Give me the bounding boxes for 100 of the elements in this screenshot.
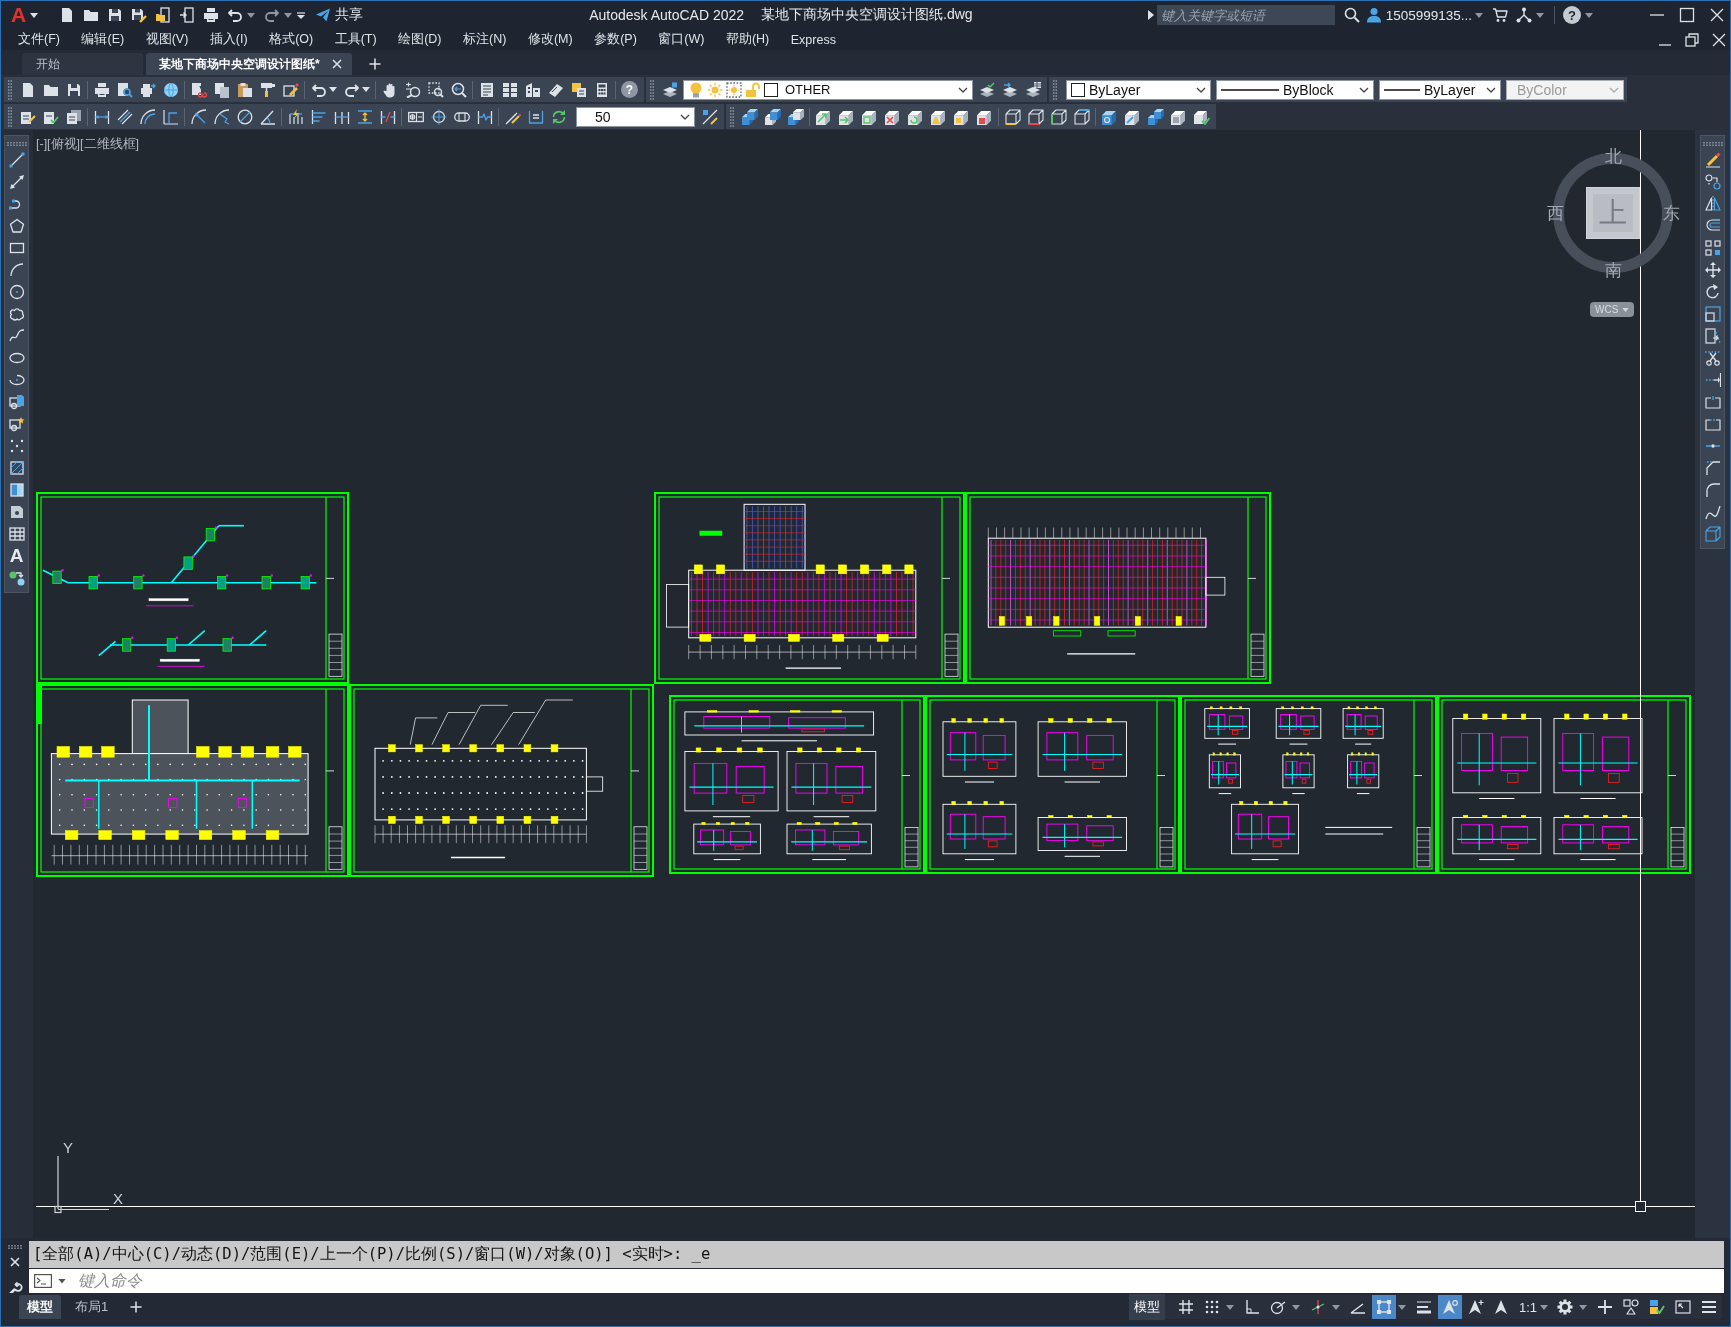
- buildings-icon[interactable]: [524, 81, 541, 98]
- share-button[interactable]: 共享: [313, 6, 366, 24]
- cube-face-icon[interactable]: [953, 108, 970, 125]
- printer-icon[interactable]: [93, 81, 110, 98]
- viewport-label[interactable]: [-][俯视][二维线框]: [36, 136, 139, 153]
- caret-icon[interactable]: [329, 87, 337, 92]
- wire-cube-icon[interactable]: [1073, 108, 1090, 125]
- layer-stack-icon[interactable]: [661, 81, 678, 98]
- grip-icon[interactable]: [8, 79, 12, 100]
- menu-item[interactable]: 修改(M): [527, 31, 573, 48]
- quick-dimension-icon[interactable]: [287, 108, 304, 125]
- wireframe-cube-icon[interactable]: [1704, 526, 1721, 542]
- compass-label[interactable]: 北: [1603, 147, 1623, 167]
- cube-rotate-icon[interactable]: [907, 108, 924, 125]
- hand-icon[interactable]: [381, 81, 398, 98]
- stretch-icon[interactable]: [1704, 328, 1721, 344]
- floppy-pencil-icon[interactable]: [131, 7, 148, 23]
- triangle-right-icon[interactable]: [1147, 10, 1154, 20]
- undo-arrow-icon[interactable]: [310, 81, 327, 98]
- wire-cube-icon[interactable]: [1027, 108, 1044, 125]
- zoom-plus-minus-icon[interactable]: [404, 81, 421, 98]
- dropdown-bar-icon[interactable]: [297, 11, 306, 19]
- search-field[interactable]: 键入关键字或短语: [1156, 5, 1335, 25]
- dimension-text-icon[interactable]: [527, 108, 544, 125]
- jogged-radius-icon[interactable]: [213, 108, 230, 125]
- hatch-icon[interactable]: [8, 460, 25, 476]
- stacked-cubes-icon[interactable]: [741, 108, 758, 125]
- menu-item[interactable]: 参数(P): [594, 31, 637, 48]
- color-swatch-icon[interactable]: [1071, 82, 1085, 97]
- sun-frame-icon[interactable]: [726, 81, 742, 98]
- printer-icon[interactable]: [203, 7, 220, 23]
- plus-icon[interactable]: [368, 58, 381, 70]
- chevron-down-icon[interactable]: [680, 113, 690, 120]
- caret-icon[interactable]: [1585, 12, 1593, 18]
- compass-label[interactable]: 南: [1603, 261, 1623, 281]
- offset-curves-icon[interactable]: [1704, 218, 1721, 234]
- gradient-icon[interactable]: [8, 482, 25, 498]
- chamfer-icon[interactable]: [1704, 460, 1721, 476]
- dimension-space-icon[interactable]: [356, 108, 373, 125]
- block-star-icon[interactable]: [8, 416, 25, 432]
- cube-arrow-icon[interactable]: [815, 108, 832, 125]
- text-tool-button[interactable]: A: [9, 546, 24, 566]
- printer-arrow-icon[interactable]: [139, 81, 156, 98]
- linear-dimension-icon[interactable]: [93, 108, 110, 125]
- color-dropdown[interactable]: ByLayer: [1066, 79, 1211, 100]
- cube-line-icon[interactable]: [1124, 108, 1141, 125]
- grip-icon[interactable]: [6, 142, 27, 146]
- color-swatch-icon[interactable]: [764, 82, 778, 97]
- refresh-arrows-icon[interactable]: [550, 108, 567, 125]
- radius-dimension-icon[interactable]: [190, 108, 207, 125]
- zoom-window-icon[interactable]: [427, 81, 444, 98]
- array-squares-icon[interactable]: [1704, 240, 1721, 256]
- menu-item[interactable]: 标注(N): [463, 31, 507, 48]
- linetype-dropdown[interactable]: ByBlock: [1216, 79, 1374, 100]
- center-mark-icon[interactable]: [430, 108, 447, 125]
- mirror-triangles-icon[interactable]: [1704, 196, 1721, 212]
- document-tab[interactable]: 某地下商场中央空调设计图纸*: [146, 53, 352, 75]
- cube-circle-icon[interactable]: [1101, 108, 1118, 125]
- grip-icon[interactable]: [8, 106, 12, 127]
- paintbrush-icon[interactable]: [259, 81, 276, 98]
- cube-face-icon[interactable]: [976, 108, 993, 125]
- pencil-block-icon[interactable]: [282, 81, 299, 98]
- cube-square-icon[interactable]: [861, 108, 878, 125]
- break-point-icon[interactable]: [1704, 394, 1721, 410]
- restore-icon[interactable]: [1685, 32, 1699, 47]
- cubes-icon[interactable]: [787, 108, 804, 125]
- grip-icon[interactable]: [8, 1245, 22, 1249]
- circles-arrow-icon[interactable]: [8, 570, 25, 586]
- close-icon[interactable]: [1712, 32, 1726, 47]
- page-magnifier-icon[interactable]: [116, 81, 133, 98]
- folder-icon[interactable]: [83, 7, 100, 23]
- ellipse-icon[interactable]: [8, 350, 25, 366]
- cube-cross-icon[interactable]: [884, 108, 901, 125]
- cube-taper-icon[interactable]: [930, 108, 947, 125]
- wire-cube-icon[interactable]: [1050, 108, 1067, 125]
- chevron-down-icon[interactable]: [958, 86, 968, 93]
- menu-item[interactable]: 窗口(W): [658, 31, 705, 48]
- dimension-style-icon[interactable]: [701, 108, 718, 125]
- user-name[interactable]: 1505999135...: [1385, 7, 1472, 23]
- break-rectangle-icon[interactable]: [1704, 416, 1721, 432]
- compass-label[interactable]: 西: [1545, 204, 1565, 224]
- tilted-sheet-icon[interactable]: [547, 81, 564, 98]
- layer-table-icon[interactable]: [1024, 81, 1041, 98]
- list-panel-icon[interactable]: [478, 81, 495, 98]
- menu-item[interactable]: 编辑(E): [81, 31, 125, 48]
- menu-item[interactable]: 帮助(H): [725, 31, 770, 48]
- document-tab[interactable]: 开始: [22, 53, 143, 75]
- dimension-break-icon[interactable]: [379, 108, 396, 125]
- undo-arrow-icon[interactable]: [227, 7, 244, 23]
- annotation-scale-button[interactable]: 1:1: [1514, 1299, 1552, 1315]
- fillet-icon[interactable]: [1704, 482, 1721, 498]
- diameter-icon[interactable]: [236, 108, 253, 125]
- wire-cube-icon[interactable]: [1004, 108, 1021, 125]
- pentagon-icon[interactable]: [8, 218, 25, 234]
- grip-icon[interactable]: [1702, 142, 1723, 146]
- close-icon[interactable]: [331, 59, 342, 69]
- caret-icon[interactable]: [1475, 12, 1483, 18]
- ordinate-dimension-icon[interactable]: [162, 108, 179, 125]
- menu-item[interactable]: 工具(T): [334, 31, 377, 48]
- close-icon[interactable]: [1709, 7, 1725, 23]
